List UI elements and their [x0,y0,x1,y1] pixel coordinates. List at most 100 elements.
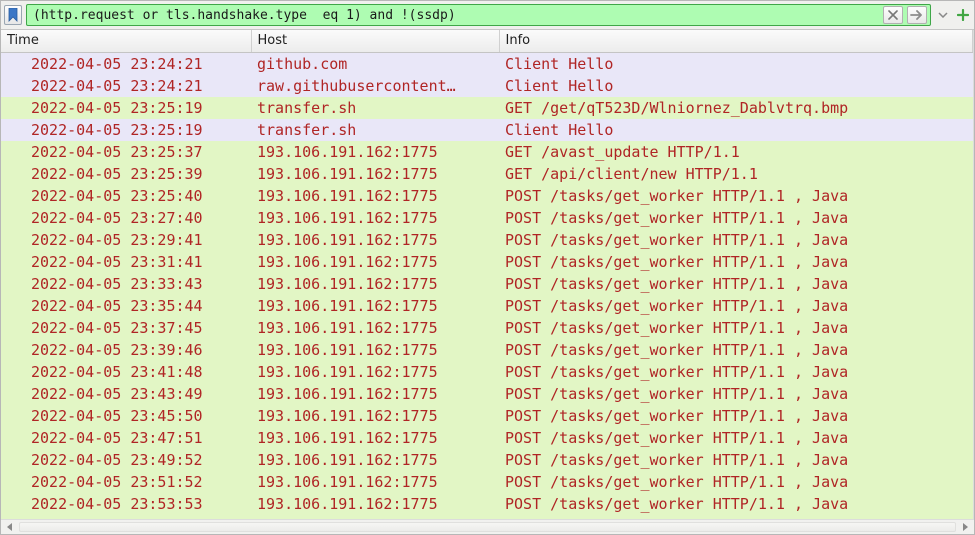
packet-time-cell: 2022-04-05 23:27:40 [1,207,251,229]
packet-host-cell: 193.106.191.162:1775 [251,339,499,361]
packet-host-cell: 193.106.191.162:1775 [251,493,499,515]
packet-host-cell: 193.106.191.162:1775 [251,427,499,449]
triangle-right-icon [961,523,969,531]
packet-table-header-row: Time Host Info [1,30,973,53]
packet-time-cell: 2022-04-05 23:51:52 [1,471,251,493]
packet-row[interactable]: 2022-04-05 23:51:52193.106.191.162:1775P… [1,471,973,493]
column-header-host[interactable]: Host [251,30,499,53]
packet-time-cell: 2022-04-05 23:25:19 [1,119,251,141]
add-filter-expression-button[interactable] [955,4,971,26]
hscroll-track[interactable] [19,522,956,532]
packet-list-scroll[interactable]: Time Host Info 2022-04-05 23:24:21github… [1,30,973,519]
packet-info-cell: POST /tasks/get_worker HTTP/1.1 , Java [499,317,973,339]
packet-row[interactable]: 2022-04-05 23:37:45193.106.191.162:1775P… [1,317,973,339]
packet-row[interactable]: 2022-04-05 23:39:46193.106.191.162:1775P… [1,339,973,361]
packet-host-cell: github.com [251,53,499,76]
packet-row[interactable]: 2022-04-05 23:43:49193.106.191.162:1775P… [1,383,973,405]
packet-info-cell: POST /tasks/get_worker HTTP/1.1 , Java [499,207,973,229]
packet-row[interactable]: 2022-04-05 23:41:48193.106.191.162:1775P… [1,361,973,383]
packet-row[interactable]: 2022-04-05 23:25:37193.106.191.162:1775G… [1,141,973,163]
hscroll-right-arrow[interactable] [958,521,972,533]
packet-info-cell: GET /get/qT523D/Wlniornez_Dablvtrq.bmp [499,97,973,119]
packet-row[interactable]: 2022-04-05 23:31:41193.106.191.162:1775P… [1,251,973,273]
packet-row[interactable]: 2022-04-05 23:45:50193.106.191.162:1775P… [1,405,973,427]
packet-time-cell: 2022-04-05 23:31:41 [1,251,251,273]
packet-row[interactable]: 2022-04-05 23:27:40193.106.191.162:1775P… [1,207,973,229]
horizontal-scrollbar[interactable] [1,519,974,534]
packet-time-cell: 2022-04-05 23:24:21 [1,75,251,97]
packet-row[interactable]: 2022-04-05 23:47:51193.106.191.162:1775P… [1,427,973,449]
packet-info-cell: POST /tasks/get_worker HTTP/1.1 , Java [499,229,973,251]
filter-history-dropdown[interactable] [935,4,951,26]
packet-time-cell: 2022-04-05 23:35:44 [1,295,251,317]
packet-host-cell: 193.106.191.162:1775 [251,295,499,317]
packet-time-cell: 2022-04-05 23:37:45 [1,317,251,339]
display-filter-toolbar [1,1,974,30]
packet-time-cell: 2022-04-05 23:53:53 [1,493,251,515]
packet-info-cell: POST /tasks/get_worker HTTP/1.1 , Java [499,361,973,383]
clear-filter-button[interactable] [883,6,903,24]
packet-time-cell: 2022-04-05 23:25:40 [1,185,251,207]
packet-info-cell: GET /api/client/new HTTP/1.1 [499,163,973,185]
packet-row[interactable]: 2022-04-05 23:25:40193.106.191.162:1775P… [1,185,973,207]
packet-row[interactable]: 2022-04-05 23:25:19transfer.shClient Hel… [1,119,973,141]
triangle-left-icon [6,523,14,531]
packet-row[interactable]: 2022-04-05 23:35:44193.106.191.162:1775P… [1,295,973,317]
packet-list-area: Time Host Info 2022-04-05 23:24:21github… [1,30,974,519]
display-filter-wrap [26,4,931,26]
packet-row[interactable]: 2022-04-05 23:29:41193.106.191.162:1775P… [1,229,973,251]
column-header-time[interactable]: Time [1,30,251,53]
packet-info-cell: POST /tasks/get_worker HTTP/1.1 , Java [499,383,973,405]
packet-time-cell: 2022-04-05 23:49:52 [1,449,251,471]
packet-host-cell: transfer.sh [251,97,499,119]
packet-host-cell: 193.106.191.162:1775 [251,317,499,339]
column-header-info[interactable]: Info [499,30,973,53]
bookmark-filter-button[interactable] [4,5,22,25]
clear-icon [888,10,898,20]
packet-info-cell: POST /tasks/get_worker HTTP/1.1 , Java [499,471,973,493]
plus-icon [957,9,969,21]
packet-row[interactable]: 2022-04-05 23:55:53193.106.191.162:1775P… [1,515,973,519]
bookmark-icon [8,8,18,22]
packet-row[interactable]: 2022-04-05 23:53:53193.106.191.162:1775P… [1,493,973,515]
packet-info-cell: GET /avast_update HTTP/1.1 [499,141,973,163]
packet-host-cell: 193.106.191.162:1775 [251,141,499,163]
packet-row[interactable]: 2022-04-05 23:24:21raw.githubusercontent… [1,75,973,97]
packet-time-cell: 2022-04-05 23:55:53 [1,515,251,519]
chevron-down-icon [938,12,948,18]
display-filter-input[interactable] [26,4,931,26]
packet-info-cell: POST /tasks/get_worker HTTP/1.1 , Java [499,339,973,361]
packet-info-cell: POST /tasks/get_worker HTTP/1.1 , Java [499,251,973,273]
vertical-scrollbar[interactable] [973,30,974,519]
packet-table: Time Host Info 2022-04-05 23:24:21github… [1,30,973,519]
hscroll-left-arrow[interactable] [3,521,17,533]
packet-time-cell: 2022-04-05 23:29:41 [1,229,251,251]
packet-time-cell: 2022-04-05 23:47:51 [1,427,251,449]
packet-row[interactable]: 2022-04-05 23:25:19transfer.shGET /get/q… [1,97,973,119]
packet-host-cell: 193.106.191.162:1775 [251,229,499,251]
apply-filter-button[interactable] [907,6,927,24]
packet-time-cell: 2022-04-05 23:45:50 [1,405,251,427]
packet-info-cell: POST /tasks/get_worker HTTP/1.1 , Java [499,273,973,295]
packet-time-cell: 2022-04-05 23:43:49 [1,383,251,405]
packet-host-cell: 193.106.191.162:1775 [251,383,499,405]
packet-list-window: Time Host Info 2022-04-05 23:24:21github… [0,0,975,535]
packet-info-cell: Client Hello [499,75,973,97]
packet-info-cell: Client Hello [499,119,973,141]
packet-host-cell: raw.githubusercontent… [251,75,499,97]
packet-host-cell: 193.106.191.162:1775 [251,163,499,185]
packet-row[interactable]: 2022-04-05 23:24:21github.comClient Hell… [1,53,973,76]
arrow-right-icon [910,10,924,20]
packet-time-cell: 2022-04-05 23:25:37 [1,141,251,163]
packet-row[interactable]: 2022-04-05 23:49:52193.106.191.162:1775P… [1,449,973,471]
packet-row[interactable]: 2022-04-05 23:33:43193.106.191.162:1775P… [1,273,973,295]
packet-host-cell: 193.106.191.162:1775 [251,361,499,383]
packet-row[interactable]: 2022-04-05 23:25:39193.106.191.162:1775G… [1,163,973,185]
packet-host-cell: 193.106.191.162:1775 [251,449,499,471]
packet-info-cell: POST /tasks/get_worker HTTP/1.1 , Java [499,493,973,515]
packet-host-cell: 193.106.191.162:1775 [251,405,499,427]
packet-info-cell: POST /tasks/get_worker HTTP/1.1 , Java [499,427,973,449]
packet-host-cell: 193.106.191.162:1775 [251,185,499,207]
packet-host-cell: 193.106.191.162:1775 [251,515,499,519]
packet-info-cell: POST /tasks/get_worker HTTP/1.1 , Java [499,515,973,519]
